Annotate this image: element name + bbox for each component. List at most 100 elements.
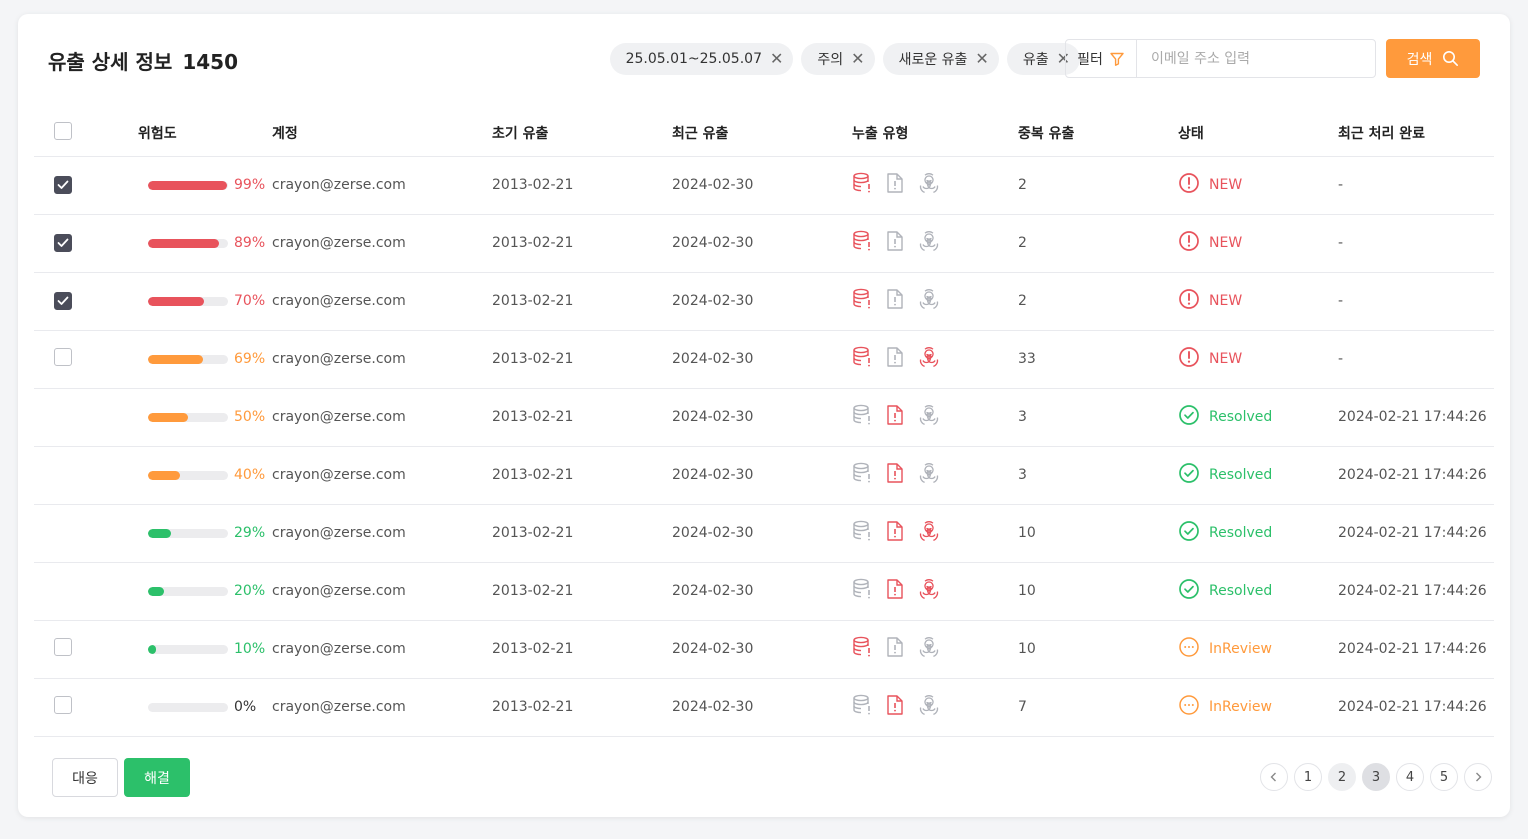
col-first-leak[interactable]: 초기 유출	[492, 110, 672, 157]
database-icon	[852, 520, 872, 546]
risk-cell: 29%	[86, 504, 272, 563]
completed-cell: 2024-02-21 17:44:26	[1338, 504, 1494, 563]
table-row[interactable]: 70% crayon@zerse.com 2013-02-21 2024-02-30 2…	[34, 272, 1494, 331]
status-new-icon	[1178, 346, 1200, 372]
file-alert-icon	[886, 288, 904, 314]
file-alert-icon	[886, 694, 904, 720]
completed-cell: -	[1338, 272, 1494, 331]
search-icon	[1443, 51, 1459, 66]
risk-bar	[148, 180, 228, 190]
status-cell: Resolved	[1178, 562, 1338, 621]
table-row[interactable]: 89% crayon@zerse.com 2013-02-21 2024-02-30 2…	[34, 214, 1494, 273]
table-row[interactable]: 0% crayon@zerse.com 2013-02-21 2024-02-30 7 I…	[34, 678, 1494, 737]
checkbox-cell	[34, 504, 86, 563]
select-all-checkbox[interactable]	[54, 121, 72, 140]
file-alert-icon	[886, 636, 904, 662]
risk-percent: 40%	[234, 467, 266, 483]
first-leak-cell: 2013-02-21	[492, 620, 672, 679]
leak-type-cell	[852, 446, 1018, 505]
table-row[interactable]: 99% crayon@zerse.com 2013-02-21 2024-02-30 2…	[34, 156, 1494, 215]
risk-bar	[148, 470, 228, 480]
table-row[interactable]: 29% crayon@zerse.com 2013-02-21 2024-02-30 1…	[34, 504, 1494, 563]
row-checkbox[interactable]	[54, 292, 72, 310]
database-icon	[852, 578, 872, 604]
col-account[interactable]: 계정	[272, 110, 492, 157]
close-icon[interactable]: ✕	[975, 51, 988, 67]
last-leak-cell: 2024-02-30	[672, 156, 852, 215]
status-new-icon	[1178, 172, 1200, 198]
row-checkbox[interactable]	[54, 176, 72, 194]
filter-button[interactable]: 필터	[1066, 40, 1137, 77]
first-leak-cell: 2013-02-21	[492, 214, 672, 273]
row-checkbox[interactable]	[54, 638, 72, 656]
completed-cell: 2024-02-21 17:44:26	[1338, 446, 1494, 505]
page-button-2[interactable]: 2	[1328, 763, 1356, 791]
leak-type-cell	[852, 330, 1018, 389]
completed-cell: -	[1338, 330, 1494, 389]
biohazard-icon	[918, 462, 940, 488]
status-badge: NEW	[1209, 177, 1243, 193]
completed-cell: 2024-02-21 17:44:26	[1338, 388, 1494, 447]
pagination: 1 2 3 4 5	[1260, 763, 1492, 791]
row-checkbox[interactable]	[54, 696, 72, 714]
col-risk[interactable]: 위험도	[86, 110, 272, 157]
page-title: 유출 상세 정보 1450	[48, 46, 238, 75]
col-dup-leak[interactable]: 중복 유출	[1018, 110, 1178, 157]
status-cell: Resolved	[1178, 504, 1338, 563]
biohazard-icon	[918, 346, 940, 372]
close-icon[interactable]: ✕	[851, 51, 864, 67]
search-button[interactable]: 검색	[1386, 39, 1480, 78]
completed-cell: -	[1338, 156, 1494, 215]
database-icon	[852, 346, 872, 372]
chip-date-range: 25.05.01~25.05.07 ✕	[609, 43, 794, 75]
page-button-5[interactable]: 5	[1430, 763, 1458, 791]
row-checkbox[interactable]	[54, 348, 72, 366]
table-row[interactable]: 10% crayon@zerse.com 2013-02-21 2024-02-30 1…	[34, 620, 1494, 679]
chevron-left-icon	[1270, 772, 1276, 782]
last-leak-cell: 2024-02-30	[672, 446, 852, 505]
page-button-3[interactable]: 3	[1362, 763, 1390, 791]
table-row[interactable]: 40% crayon@zerse.com 2013-02-21 2024-02-30 3…	[34, 446, 1494, 505]
email-input[interactable]	[1137, 50, 1375, 67]
last-leak-cell: 2024-02-30	[672, 504, 852, 563]
page-button-1[interactable]: 1	[1294, 763, 1322, 791]
risk-bar	[148, 354, 228, 364]
biohazard-icon	[918, 578, 940, 604]
page-button-4[interactable]: 4	[1396, 763, 1424, 791]
dup-leak-cell: 10	[1018, 620, 1178, 679]
table-row[interactable]: 50% crayon@zerse.com 2013-02-21 2024-02-30 3…	[34, 388, 1494, 447]
col-leak-type[interactable]: 누출 유형	[852, 110, 1018, 157]
database-icon	[852, 288, 872, 314]
row-checkbox[interactable]	[54, 234, 72, 252]
risk-cell: 10%	[86, 620, 272, 679]
chip-new-leak: 새로운 유출 ✕	[882, 43, 999, 75]
col-status[interactable]: 상태	[1178, 110, 1338, 157]
status-cell: NEW	[1178, 156, 1338, 215]
checkbox-cell	[34, 388, 86, 447]
leak-type-cell	[852, 272, 1018, 331]
table-row[interactable]: 20% crayon@zerse.com 2013-02-21 2024-02-30 1…	[34, 562, 1494, 621]
table-body: 99% crayon@zerse.com 2013-02-21 2024-02-30 2…	[34, 156, 1494, 737]
status-new-icon	[1178, 230, 1200, 256]
prev-page-button[interactable]	[1260, 763, 1288, 791]
leak-detail-card: 유출 상세 정보 1450 25.05.01~25.05.07 ✕ 주의 ✕ 새로운 …	[18, 14, 1510, 817]
col-last-leak[interactable]: 최근 유출	[672, 110, 852, 157]
table-row[interactable]: 69% crayon@zerse.com 2013-02-21 2024-02-30 3…	[34, 330, 1494, 389]
next-page-button[interactable]	[1464, 763, 1492, 791]
status-resolved-icon	[1178, 578, 1200, 604]
risk-cell: 70%	[86, 272, 272, 331]
resolve-button[interactable]: 해결	[124, 758, 190, 797]
dup-leak-cell: 2	[1018, 156, 1178, 215]
leak-type-cell	[852, 214, 1018, 273]
close-icon[interactable]: ✕	[770, 51, 783, 67]
risk-percent: 70%	[234, 293, 266, 309]
database-icon	[852, 694, 872, 720]
risk-bar	[148, 412, 228, 422]
risk-percent: 0%	[234, 699, 257, 715]
status-badge: InReview	[1209, 699, 1272, 715]
email-filter-box: 필터	[1065, 39, 1376, 78]
col-last-completed[interactable]: 최근 처리 완료	[1338, 110, 1494, 157]
last-leak-cell: 2024-02-30	[672, 272, 852, 331]
respond-button[interactable]: 대응	[52, 758, 118, 797]
risk-cell: 50%	[86, 388, 272, 447]
